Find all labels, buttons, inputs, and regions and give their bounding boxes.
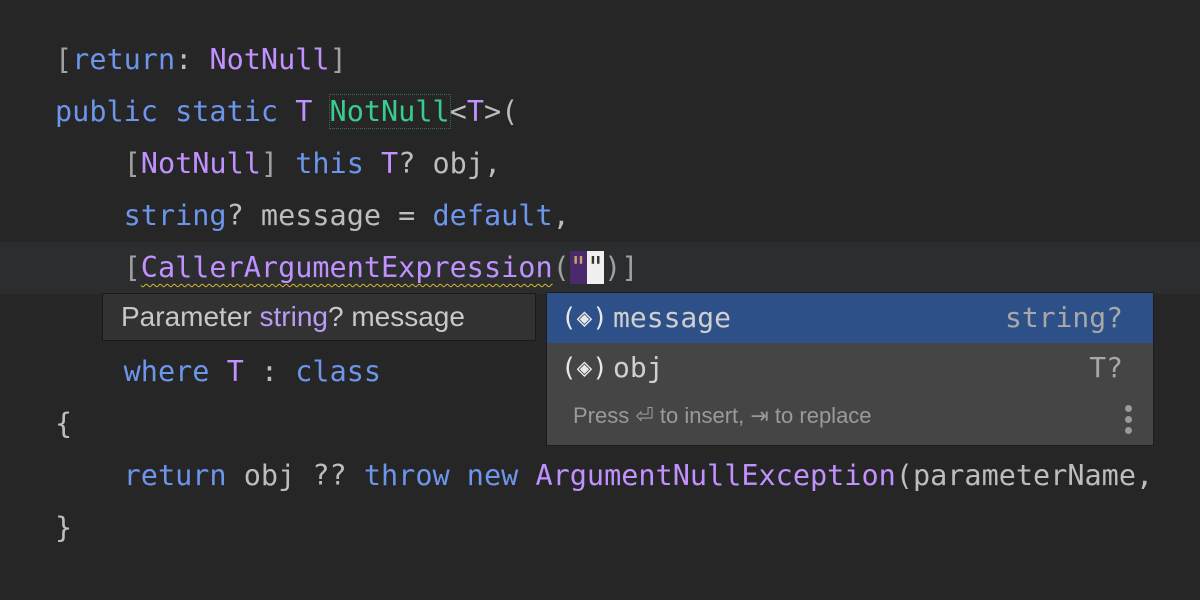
code-token: ? message =: [226, 199, 433, 232]
code-text: {: [55, 398, 72, 450]
parameter-info-tooltip: Parameter string? message: [102, 293, 536, 341]
code-text: }: [55, 502, 72, 554]
code-token: >(: [484, 95, 519, 128]
code-text: [CallerArgumentExpression("")]: [55, 242, 638, 294]
code-text: [NotNull] this T? obj,: [55, 138, 502, 190]
code-token: where: [123, 355, 227, 388]
code-token: throw new: [363, 459, 536, 492]
code-token: class: [295, 355, 382, 388]
code-token: ]: [329, 43, 347, 76]
code-token: return: [123, 459, 244, 492]
code-token: CallerArgumentExpression: [140, 251, 553, 284]
code-token: T: [295, 95, 330, 128]
code-line[interactable]: [CallerArgumentExpression("")]: [0, 242, 1200, 294]
code-token: (parameterName,: [895, 459, 1154, 492]
code-token: NotNull: [140, 147, 261, 180]
more-options-icon[interactable]: [1125, 405, 1133, 438]
code-text: return obj ?? throw new ArgumentNullExce…: [55, 450, 1154, 502]
code-token: obj ??: [243, 459, 364, 492]
code-token: NotNull: [209, 43, 330, 76]
code-line[interactable]: [NotNull] this T? obj,: [0, 138, 1200, 190]
code-token: (: [552, 251, 570, 284]
code-token: :: [243, 355, 296, 388]
code-token: T: [381, 147, 399, 180]
code-token: [: [55, 147, 141, 180]
code-line[interactable]: [return: NotNull]: [0, 34, 1200, 86]
code-token: ,: [552, 199, 570, 232]
code-token: ": [569, 251, 587, 284]
code-text: where T : class: [55, 346, 381, 398]
code-line[interactable]: string? message = default,: [0, 190, 1200, 242]
parameter-icon: (◈): [561, 353, 608, 383]
code-token: ArgumentNullException: [535, 459, 896, 492]
code-token: }: [55, 511, 73, 544]
code-token: [: [55, 43, 73, 76]
code-token: )]: [604, 251, 639, 284]
code-token: default: [432, 199, 553, 232]
code-token: ]: [260, 147, 296, 180]
code-token: T: [226, 355, 244, 388]
code-token: this: [295, 147, 382, 180]
code-token: {: [55, 407, 73, 440]
completion-popup: (◈) message string? (◈) obj T? Press ⏎ t…: [546, 292, 1154, 446]
code-token: :: [175, 43, 210, 76]
completion-hint: Press ⏎ to insert, ⇥ to replace: [573, 403, 872, 428]
code-line[interactable]: return obj ?? throw new ArgumentNullExce…: [0, 450, 1200, 502]
code-token: string: [123, 199, 227, 232]
code-token: <: [449, 95, 467, 128]
code-line[interactable]: }: [0, 502, 1200, 554]
completion-item-message[interactable]: (◈) message string?: [547, 293, 1153, 343]
parameter-icon: (◈): [561, 303, 608, 333]
code-token: ? obj,: [398, 147, 502, 180]
code-text: [return: NotNull]: [55, 34, 347, 86]
completion-item-obj[interactable]: (◈) obj T?: [547, 343, 1153, 393]
code-token: public static: [55, 95, 296, 128]
code-text: string? message = default,: [55, 190, 570, 242]
code-text: public static T NotNull<T>(: [55, 86, 518, 138]
code-token: ": [586, 251, 605, 284]
code-token: NotNull: [328, 94, 451, 129]
code-line[interactable]: public static T NotNull<T>(: [0, 86, 1200, 138]
code-token: return: [72, 43, 176, 76]
code-token: [: [55, 251, 141, 284]
code-token: T: [466, 95, 484, 128]
